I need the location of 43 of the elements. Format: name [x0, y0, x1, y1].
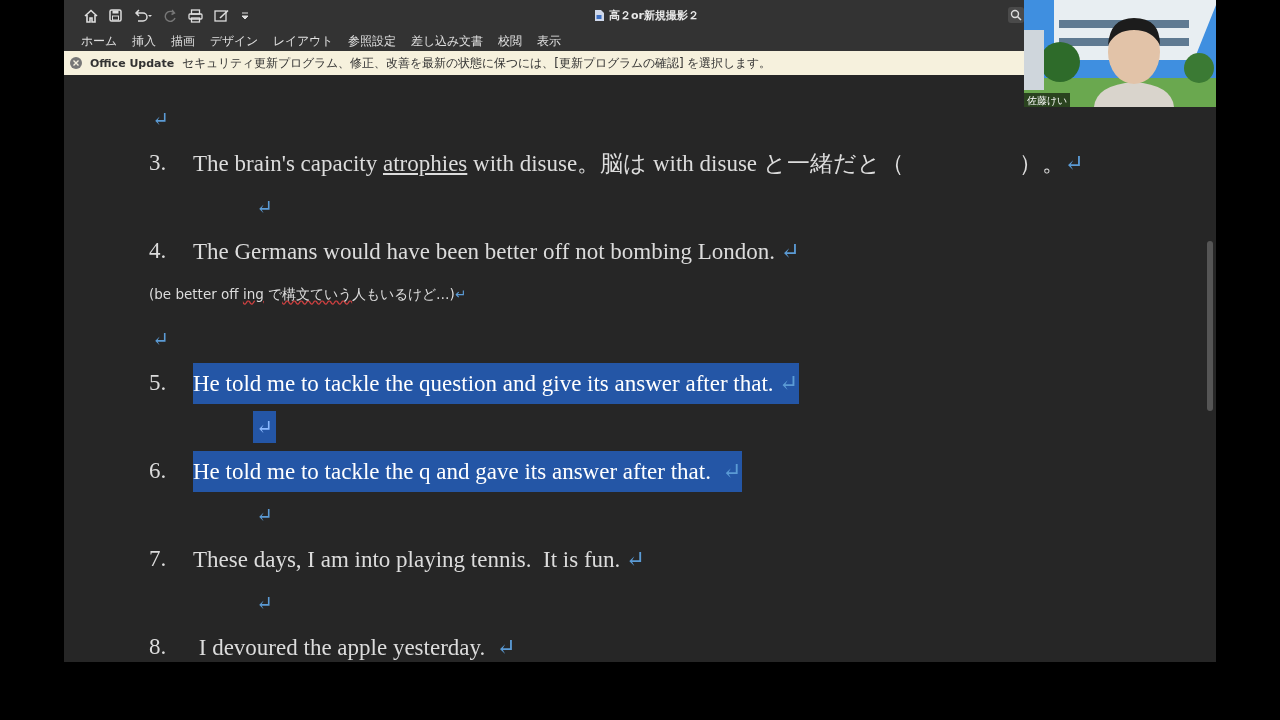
sentence: These days, I am into playing tennis. It is fun. ↵ [193, 545, 646, 574]
list-number: 4. [149, 238, 168, 264]
ribbon-tab[interactable]: 表示 [537, 32, 561, 50]
ribbon-tab[interactable]: 挿入 [132, 32, 156, 50]
window-title: 高２or新規撮影２ [609, 8, 699, 23]
ribbon-tab[interactable]: 差し込み文書 [411, 32, 483, 50]
sentence: The brain's capacity atrophies with disuse。脳は with disuse と一緒だと（ ）。↵ [193, 149, 1085, 178]
paragraph-mark: ↵ [255, 591, 274, 616]
list-number: 8. [149, 634, 168, 660]
scrollbar-thumb[interactable] [1207, 241, 1213, 411]
ribbon-tab[interactable]: レイアウト [273, 32, 333, 50]
paragraph-mark: ↵ [253, 411, 276, 443]
redo-icon[interactable] [164, 9, 177, 22]
sentence: The Germans would have been better off not bombing London. ↵ [193, 237, 801, 266]
sentence: He told me to tackle the q and gave its answer after that. ↵ [193, 450, 742, 492]
edit-icon[interactable] [214, 8, 230, 23]
ribbon-tab[interactable]: 描画 [171, 32, 195, 50]
banner-title: Office Update [90, 56, 175, 70]
paragraph-mark: ↵ [151, 107, 170, 132]
ribbon-tab[interactable]: 校閲 [498, 32, 522, 50]
list-number: 3. [149, 150, 168, 176]
paragraph-mark: ↵ [255, 503, 274, 528]
list-number: 6. [149, 458, 168, 484]
close-icon[interactable] [70, 57, 82, 69]
save-icon[interactable] [109, 9, 122, 22]
list-number: 7. [149, 546, 168, 572]
paragraph-mark: ↵ [151, 327, 170, 352]
sentence: He told me to tackle the question and give its answer after that. ↵ [193, 362, 799, 404]
document-icon [594, 9, 605, 22]
ribbon-tab[interactable]: デザイン [210, 32, 258, 50]
list-number: 5. [149, 370, 168, 396]
home-icon[interactable] [84, 8, 98, 23]
print-icon[interactable] [188, 8, 203, 23]
participant-name: 佐藤けい [1024, 93, 1070, 107]
sentence: I devoured the apple yesterday. ↵ [197, 633, 517, 662]
undo-icon[interactable] [133, 9, 153, 22]
ribbon-tab[interactable]: ホーム [81, 32, 117, 50]
banner-message: セキュリティ更新プログラム、修正、改善を最新の状態に保つには、[更新プログラムの確認] を選択します。 [182, 54, 772, 72]
ribbon-tab[interactable]: 参照設定 [348, 32, 396, 50]
search-icon[interactable] [1008, 7, 1024, 23]
caret-icon[interactable] [241, 11, 249, 20]
note-text: (be better off ing で構文ていう人もいるけど…)↵ [149, 286, 467, 304]
paragraph-mark: ↵ [255, 195, 274, 220]
